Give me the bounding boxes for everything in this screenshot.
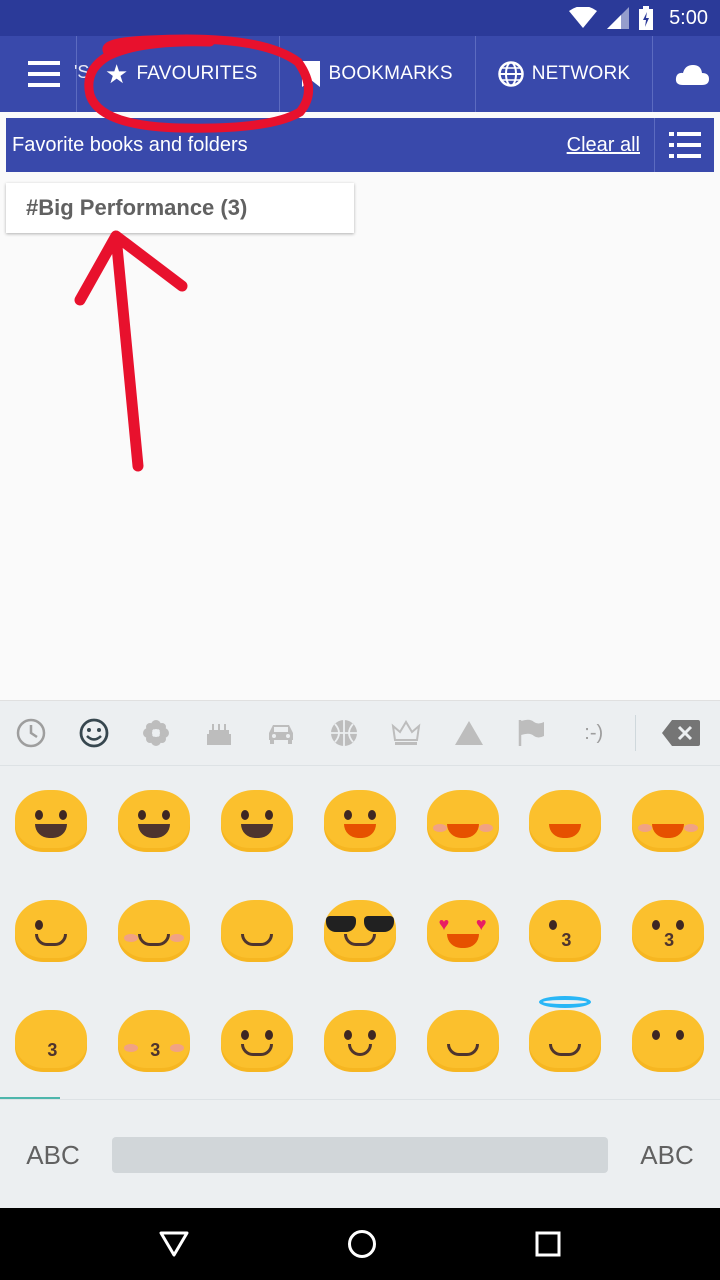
emoji-face bbox=[632, 1010, 705, 1072]
emoji-innocent[interactable] bbox=[514, 986, 617, 1096]
tab-favourites-label: FAVOURITES bbox=[136, 63, 258, 84]
emoticon-tab[interactable]: :-) bbox=[563, 701, 626, 765]
emoji-sweat-smile[interactable] bbox=[514, 766, 617, 876]
triangle-icon[interactable] bbox=[438, 701, 501, 765]
header-title: Favorite books and folders bbox=[12, 133, 248, 156]
hamburger-icon bbox=[28, 61, 60, 87]
emoji-kissing-heart[interactable]: 3 bbox=[514, 876, 617, 986]
emoji-face: 3 bbox=[15, 1010, 88, 1072]
favorite-folder-item[interactable]: #Big Performance (3) bbox=[6, 183, 354, 233]
clock: 5:00 bbox=[669, 6, 708, 29]
tab-bookmarks[interactable]: BOOKMARKS bbox=[279, 36, 474, 112]
star-icon: ★ bbox=[105, 58, 129, 89]
emoji-face bbox=[323, 900, 396, 962]
emoji-yum[interactable] bbox=[206, 876, 309, 986]
ball-icon[interactable] bbox=[313, 701, 376, 765]
emoji-keyboard: :-) ♥ ♥ 3 3 3 3 ABC ABC bbox=[0, 700, 720, 1208]
emoji-face bbox=[220, 1010, 293, 1072]
tab-network-label: NETWORK bbox=[531, 63, 631, 84]
cloud-icon bbox=[676, 65, 710, 85]
globe-icon bbox=[498, 61, 524, 87]
category-divider bbox=[635, 715, 636, 751]
emoji-wink[interactable] bbox=[0, 876, 103, 986]
app-root: 5:00 'S ★ FAVOURITES BOOKMARKS NETWORK F… bbox=[0, 0, 720, 1280]
emoji-face bbox=[426, 790, 499, 852]
tab-partial-label[interactable]: 'S bbox=[74, 62, 89, 83]
emoji-sunglasses[interactable] bbox=[308, 876, 411, 986]
emoji-face: ♥ ♥ bbox=[426, 900, 499, 962]
emoji-face: 3 bbox=[632, 900, 705, 962]
spacebar[interactable] bbox=[112, 1137, 608, 1173]
emoji-category-bar: :-) bbox=[0, 701, 720, 765]
emoji-face: 3 bbox=[118, 1010, 191, 1072]
smileys-icon[interactable] bbox=[63, 701, 126, 765]
keyboard-divider bbox=[0, 1099, 720, 1100]
emoji-face bbox=[220, 900, 293, 962]
favorites-header: Favorite books and folders Clear all bbox=[6, 118, 714, 172]
home-icon[interactable] bbox=[347, 1229, 377, 1259]
flag-icon[interactable] bbox=[500, 701, 563, 765]
folder-label: #Big Performance (3) bbox=[26, 195, 248, 220]
emoji-grid: ♥ ♥ 3 3 3 3 bbox=[0, 765, 720, 1095]
abc-switch-right[interactable]: ABC bbox=[614, 1140, 720, 1171]
emoji-laughing[interactable] bbox=[617, 766, 720, 876]
emoji-face bbox=[323, 790, 396, 852]
tab-bookmarks-label: BOOKMARKS bbox=[328, 63, 453, 84]
emoji-kissing[interactable]: 3 bbox=[617, 876, 720, 986]
backspace-button[interactable] bbox=[646, 701, 716, 765]
recents-icon[interactable] bbox=[535, 1231, 561, 1257]
keyboard-bottom-row: ABC ABC bbox=[0, 1101, 720, 1209]
emoji-hugging[interactable] bbox=[411, 986, 514, 1096]
bookmark-icon bbox=[302, 61, 321, 87]
flower-icon[interactable] bbox=[125, 701, 188, 765]
emoji-face bbox=[529, 790, 602, 852]
tab-cloud[interactable] bbox=[652, 36, 710, 112]
tab-favourites[interactable]: ★ FAVOURITES bbox=[76, 36, 279, 112]
backspace-icon bbox=[662, 720, 700, 746]
emoji-slight-smile[interactable] bbox=[206, 986, 309, 1096]
emoji-face bbox=[15, 790, 88, 852]
emoji-thinking[interactable] bbox=[617, 986, 720, 1096]
emoji-heart-eyes[interactable]: ♥ ♥ bbox=[411, 876, 514, 986]
emoji-face bbox=[323, 1010, 396, 1072]
emoji-face bbox=[529, 996, 602, 1072]
crown-icon[interactable] bbox=[375, 701, 438, 765]
emoji-smiley[interactable] bbox=[308, 766, 411, 876]
abc-switch-left[interactable]: ABC bbox=[0, 1140, 106, 1171]
car-icon[interactable] bbox=[250, 701, 313, 765]
emoji-smiling-face[interactable] bbox=[308, 986, 411, 1096]
back-icon[interactable] bbox=[159, 1231, 189, 1257]
emoji-smile[interactable] bbox=[411, 766, 514, 876]
emoji-kissing-smiling-eyes[interactable]: 3 bbox=[0, 986, 103, 1096]
menu-button[interactable]: 'S bbox=[0, 36, 89, 112]
emoji-blush[interactable] bbox=[103, 876, 206, 986]
list-view-button[interactable] bbox=[654, 118, 714, 172]
list-icon bbox=[668, 132, 701, 158]
tab-network[interactable]: NETWORK bbox=[474, 36, 653, 112]
annotation-arrow bbox=[74, 230, 188, 472]
recent-icon[interactable] bbox=[0, 701, 63, 765]
system-nav-bar bbox=[0, 1208, 720, 1280]
status-bar: 5:00 bbox=[0, 0, 720, 36]
emoji-grinning[interactable] bbox=[0, 766, 103, 876]
tab-bar: 'S ★ FAVOURITES BOOKMARKS NETWORK bbox=[0, 36, 720, 112]
clear-all-link[interactable]: Clear all bbox=[567, 134, 654, 157]
emoji-face bbox=[426, 1010, 499, 1072]
emoji-kissing-closed-eyes[interactable]: 3 bbox=[103, 986, 206, 1096]
wifi-icon bbox=[569, 7, 598, 28]
emoji-face bbox=[632, 790, 705, 852]
emoji-face bbox=[118, 900, 191, 962]
emoji-face: 3 bbox=[529, 900, 602, 962]
emoticon-text: :-) bbox=[584, 721, 604, 744]
emoji-face bbox=[118, 790, 191, 852]
signal-icon bbox=[607, 7, 630, 29]
cake-icon[interactable] bbox=[188, 701, 251, 765]
emoji-face bbox=[15, 900, 88, 962]
emoji-beaming[interactable] bbox=[103, 766, 206, 876]
emoji-tears-of-joy[interactable] bbox=[206, 766, 309, 876]
battery-icon bbox=[639, 6, 654, 30]
emoji-face bbox=[220, 790, 293, 852]
